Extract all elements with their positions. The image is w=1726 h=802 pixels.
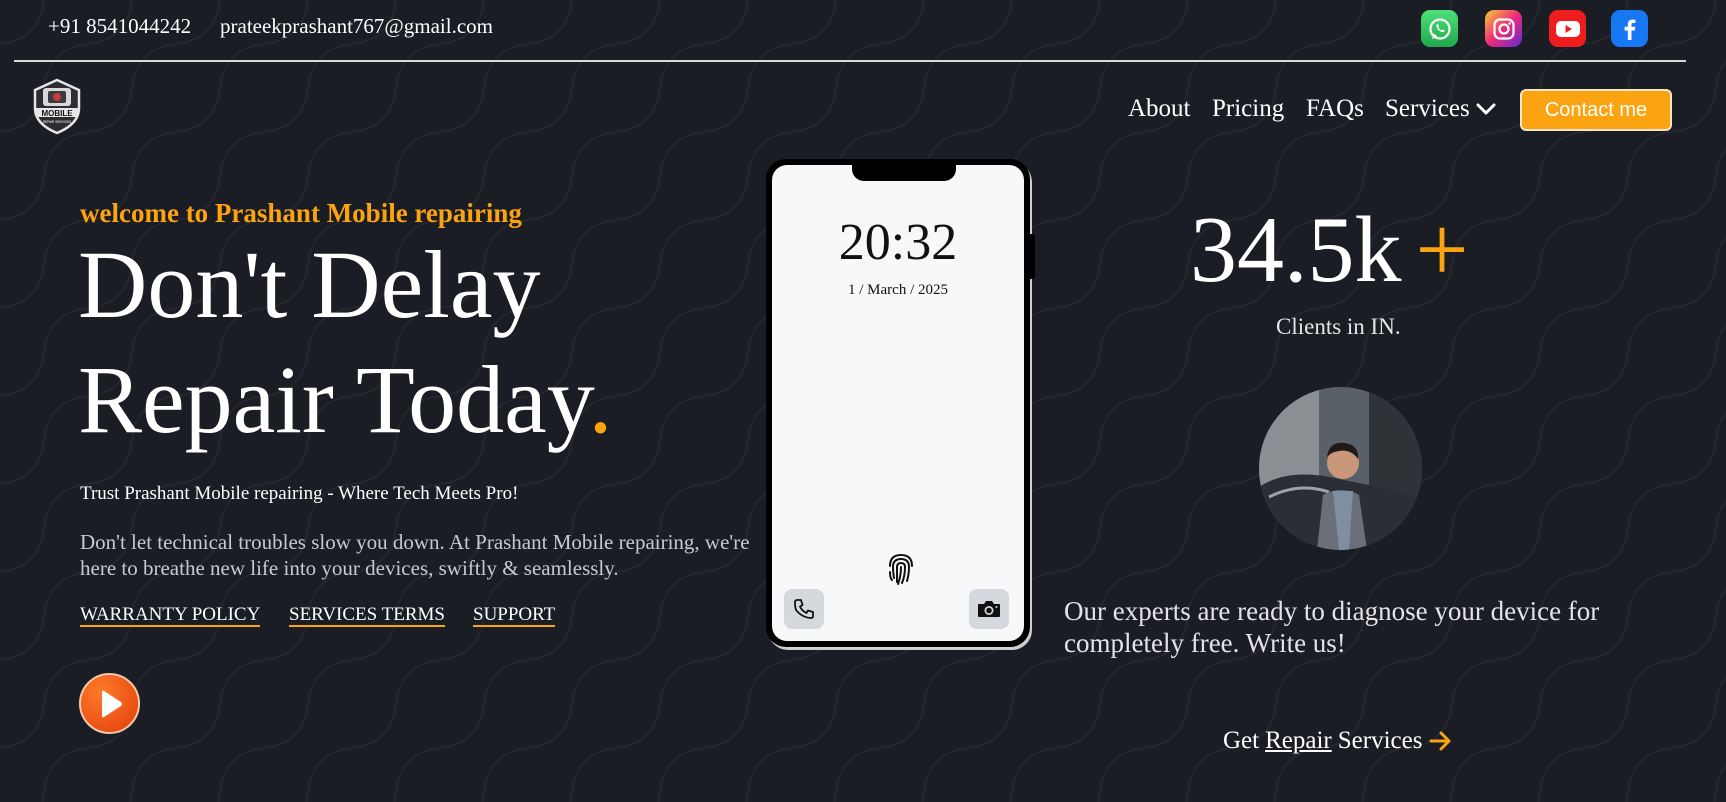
phone-mockup: 20:32 1 / March / 2025 [766,159,1035,647]
nav-services[interactable]: Services [1385,95,1496,123]
phone-notch [852,163,956,181]
get-repair-services-link[interactable]: Get Repair Services [1223,727,1454,755]
chevron-down-icon [1476,103,1496,115]
nav-faqs[interactable]: FAQs [1306,95,1364,123]
tagline: Trust Prashant Mobile repairing - Where … [80,483,519,504]
phone-screen: 20:32 1 / March / 2025 [772,163,1024,641]
facebook-icon[interactable] [1611,10,1648,47]
logo-subtext: REPAIR SERVICES [43,120,72,124]
phone-call-icon[interactable] [784,589,824,629]
fingerprint-icon [889,553,913,585]
headline-dot: . [588,346,613,453]
headline-text: Repair Today [78,346,589,453]
clients-stat-label: Clients in IN. [1276,314,1401,339]
header-divider [14,60,1686,62]
avatar [1259,387,1422,550]
arrow-right-icon [1429,731,1451,751]
logo[interactable]: MOBILE REPAIR SERVICES [27,76,87,136]
cta-prefix: Get [1223,727,1260,754]
play-button[interactable] [79,673,140,734]
clients-stat-value: 34.5k [1190,198,1402,302]
cta-underlined: Repair [1265,727,1332,754]
camera-icon[interactable] [969,589,1009,629]
clients-stat-plus: + [1415,198,1469,302]
nav-pricing[interactable]: Pricing [1212,95,1284,123]
whatsapp-icon[interactable] [1421,10,1458,47]
headline-line-2: Repair Today. [78,352,612,448]
play-icon [101,690,122,717]
logo-text: MOBILE [41,109,73,118]
phone-clock: 20:32 [838,214,958,271]
instagram-icon[interactable] [1485,10,1522,47]
phone-side-button [1030,234,1035,279]
contact-phone[interactable]: +91 8541044242 [48,14,191,39]
hero-description: Don't let technical troubles slow you do… [80,530,750,580]
contact-button[interactable]: Contact me [1520,89,1672,131]
support-link[interactable]: SUPPORT [473,604,556,627]
clients-stat: 34.5k + [1190,203,1469,297]
nav-services-label: Services [1385,95,1470,122]
warranty-policy-link[interactable]: WARRANTY POLICY [80,604,261,627]
welcome-text: welcome to Prashant Mobile repairing [80,198,522,228]
youtube-icon[interactable] [1549,10,1586,47]
headline-line-1: Don't Delay [78,231,541,338]
services-terms-link[interactable]: SERVICES TERMS [289,604,445,627]
cta-suffix: Services [1337,727,1423,754]
phone-date: 1 / March / 2025 [848,282,948,298]
nav-about[interactable]: About [1128,95,1191,123]
contact-email[interactable]: prateekprashant767@gmail.com [220,14,493,39]
experts-text: Our experts are ready to diagnose your d… [1064,596,1600,658]
